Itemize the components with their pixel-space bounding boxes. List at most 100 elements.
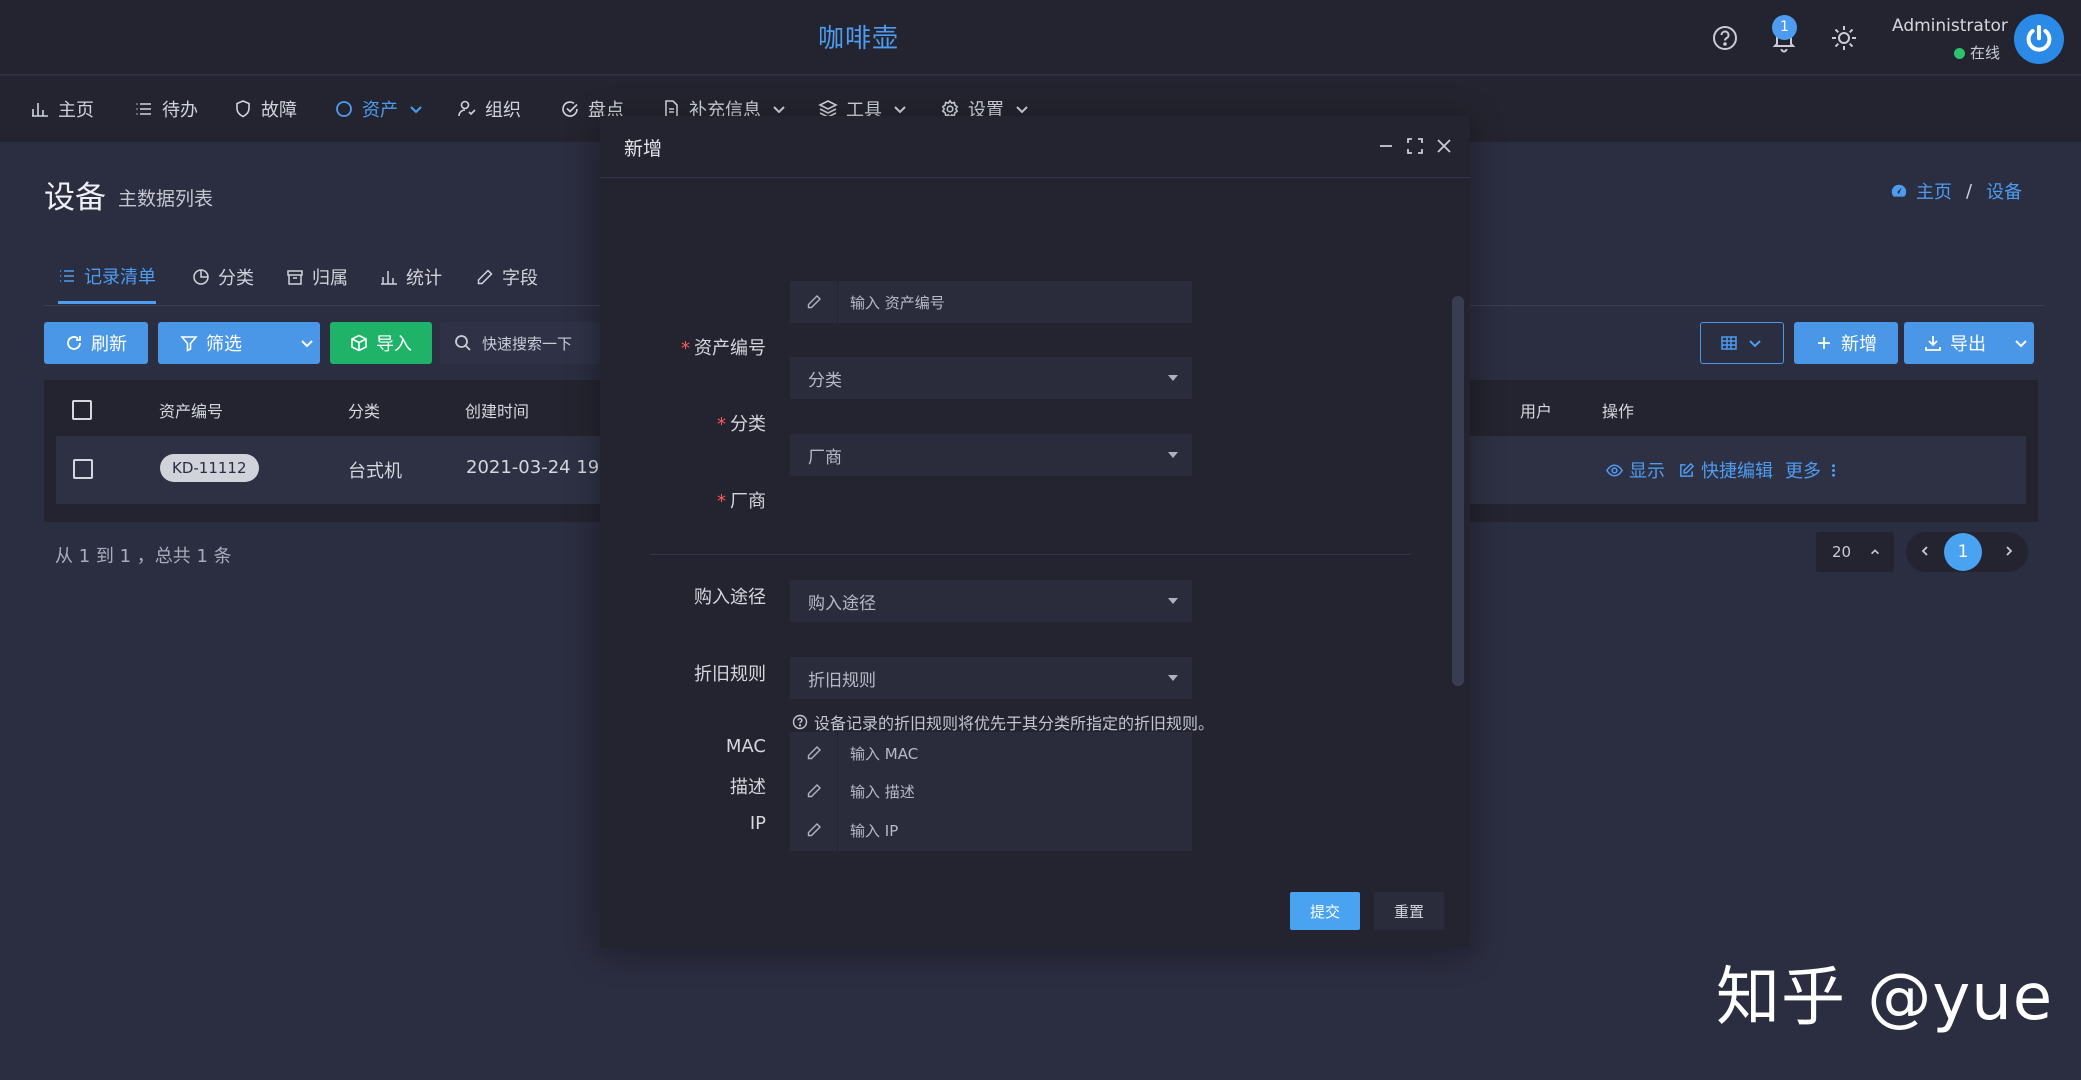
notification-badge: 1 (1772, 15, 1797, 40)
mac-input[interactable]: 输入 MAC (790, 732, 1192, 774)
field-label-purchase: 购入途径 (694, 587, 766, 608)
depreciation-value: 折旧规则 (808, 670, 876, 691)
show-label: 显示 (1629, 461, 1665, 482)
asset-no-input[interactable]: 输入 资产编号 (790, 281, 1192, 323)
pencil-icon (790, 281, 838, 323)
user-icon (457, 99, 477, 119)
maximize-icon[interactable] (1405, 136, 1425, 156)
top-bar: 咖啡壶 1 Administrator 在线 (0, 0, 2081, 75)
sun-icon[interactable] (1828, 22, 1860, 54)
nav-label: 资产 (362, 100, 398, 121)
dashboard-icon (1890, 182, 1908, 200)
purchase-value: 购入途径 (808, 593, 876, 614)
show-action[interactable]: 显示 (1606, 457, 1665, 483)
depreciation-select[interactable]: 折旧规则 (790, 657, 1192, 699)
pagination-summary: 从 1 到 1 ，总共 1 条 (55, 546, 232, 567)
cell-category: 台式机 (348, 461, 402, 482)
watermark: 知乎 @yue (1716, 961, 2054, 1035)
import-label: 导入 (376, 334, 412, 355)
column-header-created[interactable]: 创建时间 (465, 398, 529, 422)
breadcrumb-current[interactable]: 设备 (1986, 178, 2022, 204)
nav-item-home[interactable]: 主页 (30, 94, 94, 124)
pencil-icon (790, 809, 838, 851)
pagination: 1 (1906, 532, 2028, 572)
chevron-up-icon (1869, 546, 1881, 558)
breadcrumb-separator: / (1966, 180, 1973, 202)
nav-item-assets[interactable]: 资产 (334, 94, 426, 124)
description-input[interactable]: 输入 描述 (790, 770, 1192, 812)
filter-icon (180, 334, 198, 352)
close-icon[interactable] (1434, 136, 1454, 156)
hint-text: 设备记录的折旧规则将优先于其分类所指定的折旧规则。 (814, 714, 1215, 733)
box-icon (350, 334, 368, 352)
archive-icon (286, 268, 304, 286)
required-mark: * (717, 491, 726, 512)
field-label-ip: IP (749, 813, 766, 834)
field-label-mac: MAC (725, 736, 766, 757)
export-button[interactable]: 导出 (1904, 322, 2034, 364)
column-header-actions: 操作 (1602, 402, 1635, 421)
dialog-header: 新增 (600, 116, 1470, 178)
more-action[interactable]: 更多 (1785, 457, 1842, 483)
minimize-icon[interactable] (1376, 136, 1396, 156)
edit-icon (1678, 462, 1695, 479)
add-button[interactable]: 新增 (1794, 322, 1898, 364)
nav-item-org[interactable]: 组织 (457, 94, 521, 124)
chevron-down-icon[interactable] (2012, 334, 2030, 352)
tab-category[interactable]: 分类 (192, 250, 254, 304)
field-label-description: 描述 (730, 777, 766, 798)
quick-edit-label: 快捷编辑 (1701, 461, 1773, 482)
select-all-checkbox[interactable] (72, 400, 92, 420)
download-icon (1924, 334, 1942, 352)
tab-ownership[interactable]: 归属 (286, 250, 348, 304)
user-status-label: 在线 (1970, 44, 2001, 62)
category-value: 分类 (808, 370, 842, 391)
nav-item-todo[interactable]: 待办 (134, 94, 198, 124)
tab-fields[interactable]: 字段 (476, 250, 538, 304)
cell-created: 2021-03-24 19:2 (466, 457, 617, 478)
bar-chart-icon (30, 99, 50, 119)
reset-button[interactable]: 重置 (1374, 892, 1444, 930)
quick-edit-action[interactable]: 快捷编辑 (1678, 457, 1773, 483)
mac-placeholder: 输入 MAC (850, 744, 919, 763)
ip-input[interactable]: 输入 IP (790, 809, 1192, 851)
online-dot (1954, 48, 1965, 59)
field-label-text: 厂商 (730, 491, 766, 512)
vendor-select[interactable]: 厂商 (790, 434, 1192, 476)
chevron-down-icon[interactable] (298, 334, 316, 352)
refresh-button[interactable]: 刷新 (44, 322, 148, 364)
import-button[interactable]: 导入 (330, 322, 432, 364)
chevron-right-icon[interactable] (2002, 544, 2016, 558)
tab-records[interactable]: 记录清单 (58, 250, 156, 304)
purchase-select[interactable]: 购入途径 (790, 580, 1192, 622)
required-mark: * (717, 414, 726, 435)
user-name[interactable]: Administrator (1892, 16, 2008, 36)
required-mark: * (681, 338, 690, 359)
row-checkbox[interactable] (73, 459, 93, 479)
nav-label: 故障 (261, 100, 297, 121)
column-view-button[interactable] (1700, 322, 1784, 364)
category-select[interactable]: 分类 (790, 357, 1192, 399)
breadcrumb-home[interactable]: 主页 (1916, 178, 1952, 204)
asset-tag[interactable]: KD-11112 (160, 454, 259, 482)
tab-label: 归属 (312, 268, 348, 289)
page-subtitle: 主数据列表 (118, 188, 214, 210)
nav-label: 主页 (58, 100, 94, 121)
search-input[interactable]: 快速搜索一下 (440, 322, 600, 364)
help-icon[interactable] (1709, 22, 1741, 54)
column-header-asset-no[interactable]: 资产编号 (159, 398, 223, 422)
tab-label: 字段 (502, 268, 538, 289)
nav-item-fault[interactable]: 故障 (233, 94, 297, 124)
column-header-category[interactable]: 分类 (348, 398, 380, 422)
column-header-user[interactable]: 用户 (1520, 398, 1552, 422)
avatar[interactable] (2014, 14, 2064, 64)
refresh-icon (65, 334, 83, 352)
chevron-left-icon[interactable] (1918, 544, 1932, 558)
submit-button[interactable]: 提交 (1290, 892, 1360, 930)
tab-statistics[interactable]: 统计 (380, 250, 442, 304)
page-number[interactable]: 1 (1944, 533, 1982, 571)
field-label-text: 资产编号 (694, 338, 766, 359)
page-size-select[interactable]: 20 (1816, 532, 1894, 572)
filter-button[interactable]: 筛选 (158, 322, 320, 364)
dialog-scrollbar[interactable] (1452, 296, 1464, 686)
